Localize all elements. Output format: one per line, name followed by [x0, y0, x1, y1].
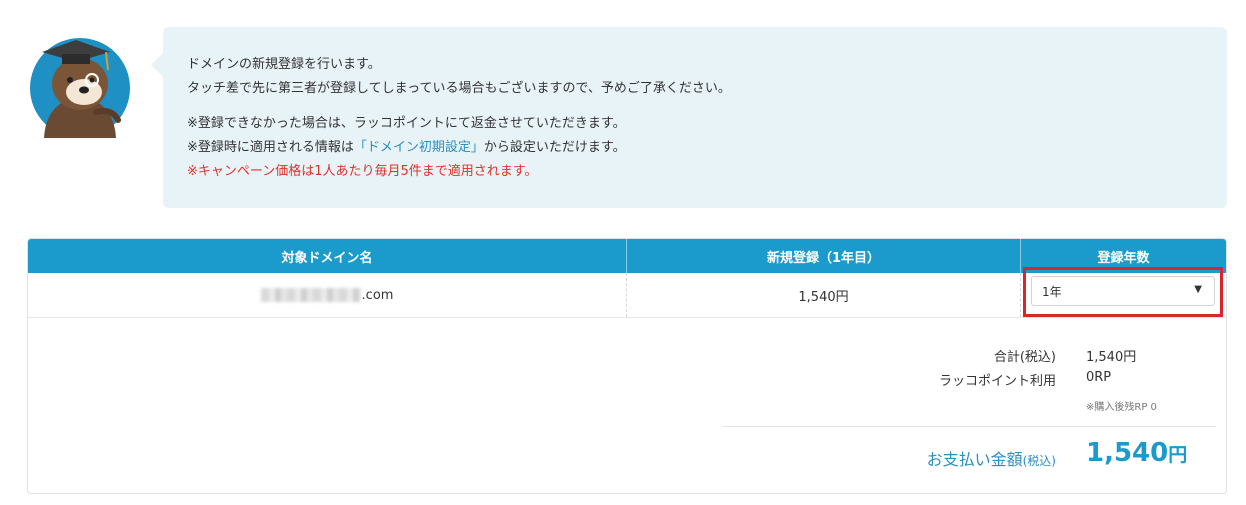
campaign-warning: ※キャンペーン価格は1人あたり毎月5件まで適用されます。 [187, 164, 538, 179]
registration-notice: ドメインの新規登録を行います。 タッチ差で先に第三者が登録してしまっている場合も… [151, 27, 1227, 208]
payment-amount-label: お支払い金額(税込) [726, 446, 1056, 470]
notice-line-1: ドメインの新規登録を行います。 [187, 57, 381, 72]
otter-mascot-avatar [30, 38, 130, 138]
payment-amount: 1,540円 [1086, 438, 1187, 468]
notice-line-4-pre: ※登録時に適用される情報は [187, 140, 354, 155]
domain-suffix: .com [361, 287, 394, 303]
header-new-registration: 新規登録（1年目） [627, 239, 1021, 273]
notice-line-3: ※登録できなかった場合は、ラッコポイントにて返金させていただきます。 [187, 116, 626, 131]
summary-divider [723, 426, 1216, 427]
points-remaining-note: ※購入後残RP 0 [1086, 402, 1157, 413]
notice-line-4: ※登録時に適用される情報は「ドメイン初期設定」から設定いただけます。 [187, 136, 1227, 160]
points-label: ラッコポイント利用 [938, 374, 1056, 389]
payment-amount-number: 1,540 [1086, 438, 1169, 468]
dropdown-arrow-icon: ▼ [1194, 284, 1202, 295]
domain-blurred-name [260, 288, 361, 302]
order-panel: 対象ドメイン名 新規登録（1年目） 登録年数 .com 1,540円 1年 ▼ … [27, 238, 1227, 494]
years-select-highlight: 1年 ▼ [1023, 267, 1223, 317]
total-value: 1,540円 [1086, 350, 1137, 365]
notice-line-4-post: から設定いただけます。 [483, 140, 626, 155]
points-value: 0RP [1086, 370, 1112, 385]
domain-initial-settings-link[interactable]: 「ドメイン初期設定」 [354, 140, 484, 155]
domain-cell: .com [28, 273, 627, 317]
payment-summary: 合計(税込) 1,540円 ラッコポイント利用 0RP ※購入後残RP 0 お支… [723, 318, 1226, 493]
payment-tax-label: (税込) [1022, 454, 1056, 468]
payment-amount-label-text: お支払い金額 [926, 450, 1023, 469]
years-select[interactable]: 1年 ▼ [1031, 276, 1215, 306]
years-select-value: 1年 [1042, 284, 1062, 299]
total-label: 合計(税込) [993, 350, 1056, 365]
price-cell: 1,540円 [627, 273, 1021, 317]
header-domain-name: 対象ドメイン名 [28, 239, 627, 273]
notice-line-2: タッチ差で先に第三者が登録してしまっている場合もございますので、予めご了承くださ… [187, 81, 731, 96]
payment-amount-unit: 円 [1168, 444, 1188, 466]
